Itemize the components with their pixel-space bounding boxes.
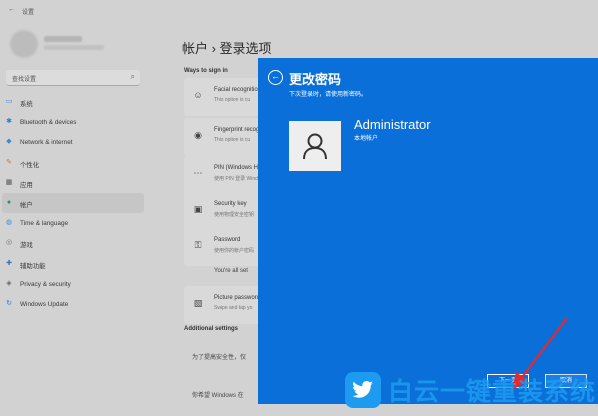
bird-logo-icon xyxy=(345,372,381,408)
sidebar-item-label: 帐户 xyxy=(20,201,33,209)
sidebar-item-label: 应用 xyxy=(20,181,33,189)
avatar xyxy=(10,30,38,58)
globe-icon: ◍ xyxy=(5,219,13,227)
option-title: Password xyxy=(214,237,241,243)
additional-settings-label: Additional settings xyxy=(184,326,238,332)
page-title: 帐户 › 登录选项 xyxy=(182,41,272,56)
sidebar-item-label: 游戏 xyxy=(20,242,33,250)
title-bar: ← 设置 xyxy=(0,0,598,22)
option-desc: 使用物理安全密钥 xyxy=(214,212,255,218)
account-type: 本地帐户 xyxy=(354,136,379,142)
user-avatar-tile xyxy=(289,121,341,171)
sidebar-item-apps[interactable]: ▦ 应用 xyxy=(0,173,148,193)
network-icon: ◆ xyxy=(6,138,12,146)
user-name: Administrator xyxy=(354,117,431,132)
option-desc: This option is cu xyxy=(214,137,251,143)
option-desc: This option is cu xyxy=(214,97,251,103)
profile-name-blurred xyxy=(44,36,82,42)
watermark: 白云一键重装系统 xyxy=(345,370,598,416)
option-desc: Swipe and tap yo xyxy=(214,305,253,311)
away-setting-text: 你希望 Windows 在 xyxy=(192,393,244,399)
sidebar-item-system[interactable]: ▭ 系统 xyxy=(0,92,148,112)
option-security-key[interactable]: ▣ Security key 使用物理安全密钥 xyxy=(184,192,264,230)
apps-icon: ▦ xyxy=(5,178,13,186)
option-desc: 使用 PIN 登录 Wind xyxy=(214,176,258,182)
sidebar-item-windows-update[interactable]: ↻ Windows Update xyxy=(0,294,148,314)
option-title: Security key xyxy=(214,201,247,207)
gaming-icon: ◎ xyxy=(5,239,13,247)
accessibility-icon: ✚ xyxy=(6,259,12,267)
sidebar-item-bluetooth[interactable]: ✱ Bluetooth & devices xyxy=(0,112,148,132)
user-profile[interactable] xyxy=(10,30,150,60)
password-icon: ⚿ xyxy=(194,240,202,250)
sidebar-item-label: 系统 xyxy=(20,101,33,108)
profile-email-blurred xyxy=(44,45,104,50)
search-input[interactable]: 查找设置 ⌕ xyxy=(6,70,140,86)
picture-icon: ▧ xyxy=(193,298,203,308)
option-facial-recognition[interactable]: ☺ Facial recognition This option is cu xyxy=(184,78,264,116)
window-title: 设置 xyxy=(22,10,35,16)
watermark-text: 白云一键重装系统 xyxy=(388,378,597,406)
system-icon: ▭ xyxy=(5,98,13,105)
sidebar-item-label: Windows Update xyxy=(20,300,69,308)
bluetooth-icon: ✱ xyxy=(6,118,12,126)
back-arrow-icon[interactable]: ← xyxy=(8,6,15,13)
sidebar-item-personalization[interactable]: ✎ 个性化 xyxy=(0,153,148,173)
sidebar-item-accounts[interactable]: ● 帐户 xyxy=(2,192,144,214)
option-picture-password[interactable]: ▧ Picture password Swipe and tap yo xyxy=(184,286,264,324)
search-placeholder: 查找设置 xyxy=(12,77,37,83)
face-icon: ☺ xyxy=(193,90,203,100)
sidebar-item-privacy[interactable]: ◈ Privacy & security xyxy=(0,274,148,294)
ways-to-sign-in-label: Ways to sign in xyxy=(184,68,228,74)
sidebar-item-network[interactable]: ◆ Network & internet xyxy=(0,132,148,152)
sidebar-item-label: 辅助功能 xyxy=(20,262,46,270)
account-icon: ● xyxy=(6,198,12,206)
back-arrow-icon[interactable]: ← xyxy=(268,70,283,85)
option-pin[interactable]: ⋯ PIN (Windows Hello) 使用 PIN 登录 Wind xyxy=(184,156,269,194)
sidebar-item-label: Time & language xyxy=(20,220,69,228)
sidebar-item-gaming[interactable]: ◎ 游戏 xyxy=(0,233,148,253)
fingerprint-icon: ◉ xyxy=(194,130,202,140)
change-password-dialog: ← 更改密码 下次登录时，请使用新密码。 Administrator 本地帐户 … xyxy=(258,58,598,404)
pin-icon: ⋯ xyxy=(193,168,203,178)
dialog-subtitle: 下次登录时，请使用新密码。 xyxy=(289,92,368,98)
sidebar-nav: ▭ 系统 ✱ Bluetooth & devices ◆ Network & i… xyxy=(0,92,148,314)
sidebar-item-label: Bluetooth & devices xyxy=(20,119,77,127)
sidebar-item-label: Privacy & security xyxy=(20,280,71,288)
dialog-title: 更改密码 xyxy=(289,72,342,87)
brush-icon: ✎ xyxy=(6,158,12,166)
update-icon: ↻ xyxy=(6,299,12,307)
option-title: Picture password xyxy=(214,295,261,301)
key-icon: ▣ xyxy=(193,204,203,214)
sidebar-item-time-language[interactable]: ◍ Time & language xyxy=(0,213,148,233)
search-icon: ⌕ xyxy=(130,72,135,81)
sidebar-item-label: 个性化 xyxy=(20,161,40,169)
all-set-text: You're all set xyxy=(214,268,248,274)
sidebar-item-label: Network & internet xyxy=(20,139,73,147)
option-title: Facial recognition xyxy=(214,87,262,93)
person-icon xyxy=(303,133,327,160)
option-password[interactable]: ⚿ Password 使用你的帐户密码 xyxy=(184,228,264,266)
shield-icon: ◈ xyxy=(6,279,12,287)
security-setting-text: 为了提高安全性，仅 xyxy=(192,355,247,361)
option-fingerprint[interactable]: ◉ Fingerprint recognition This option is… xyxy=(184,118,274,156)
option-desc: 使用你的帐户密码 xyxy=(214,248,255,254)
sidebar-item-accessibility[interactable]: ✚ 辅助功能 xyxy=(0,254,148,274)
